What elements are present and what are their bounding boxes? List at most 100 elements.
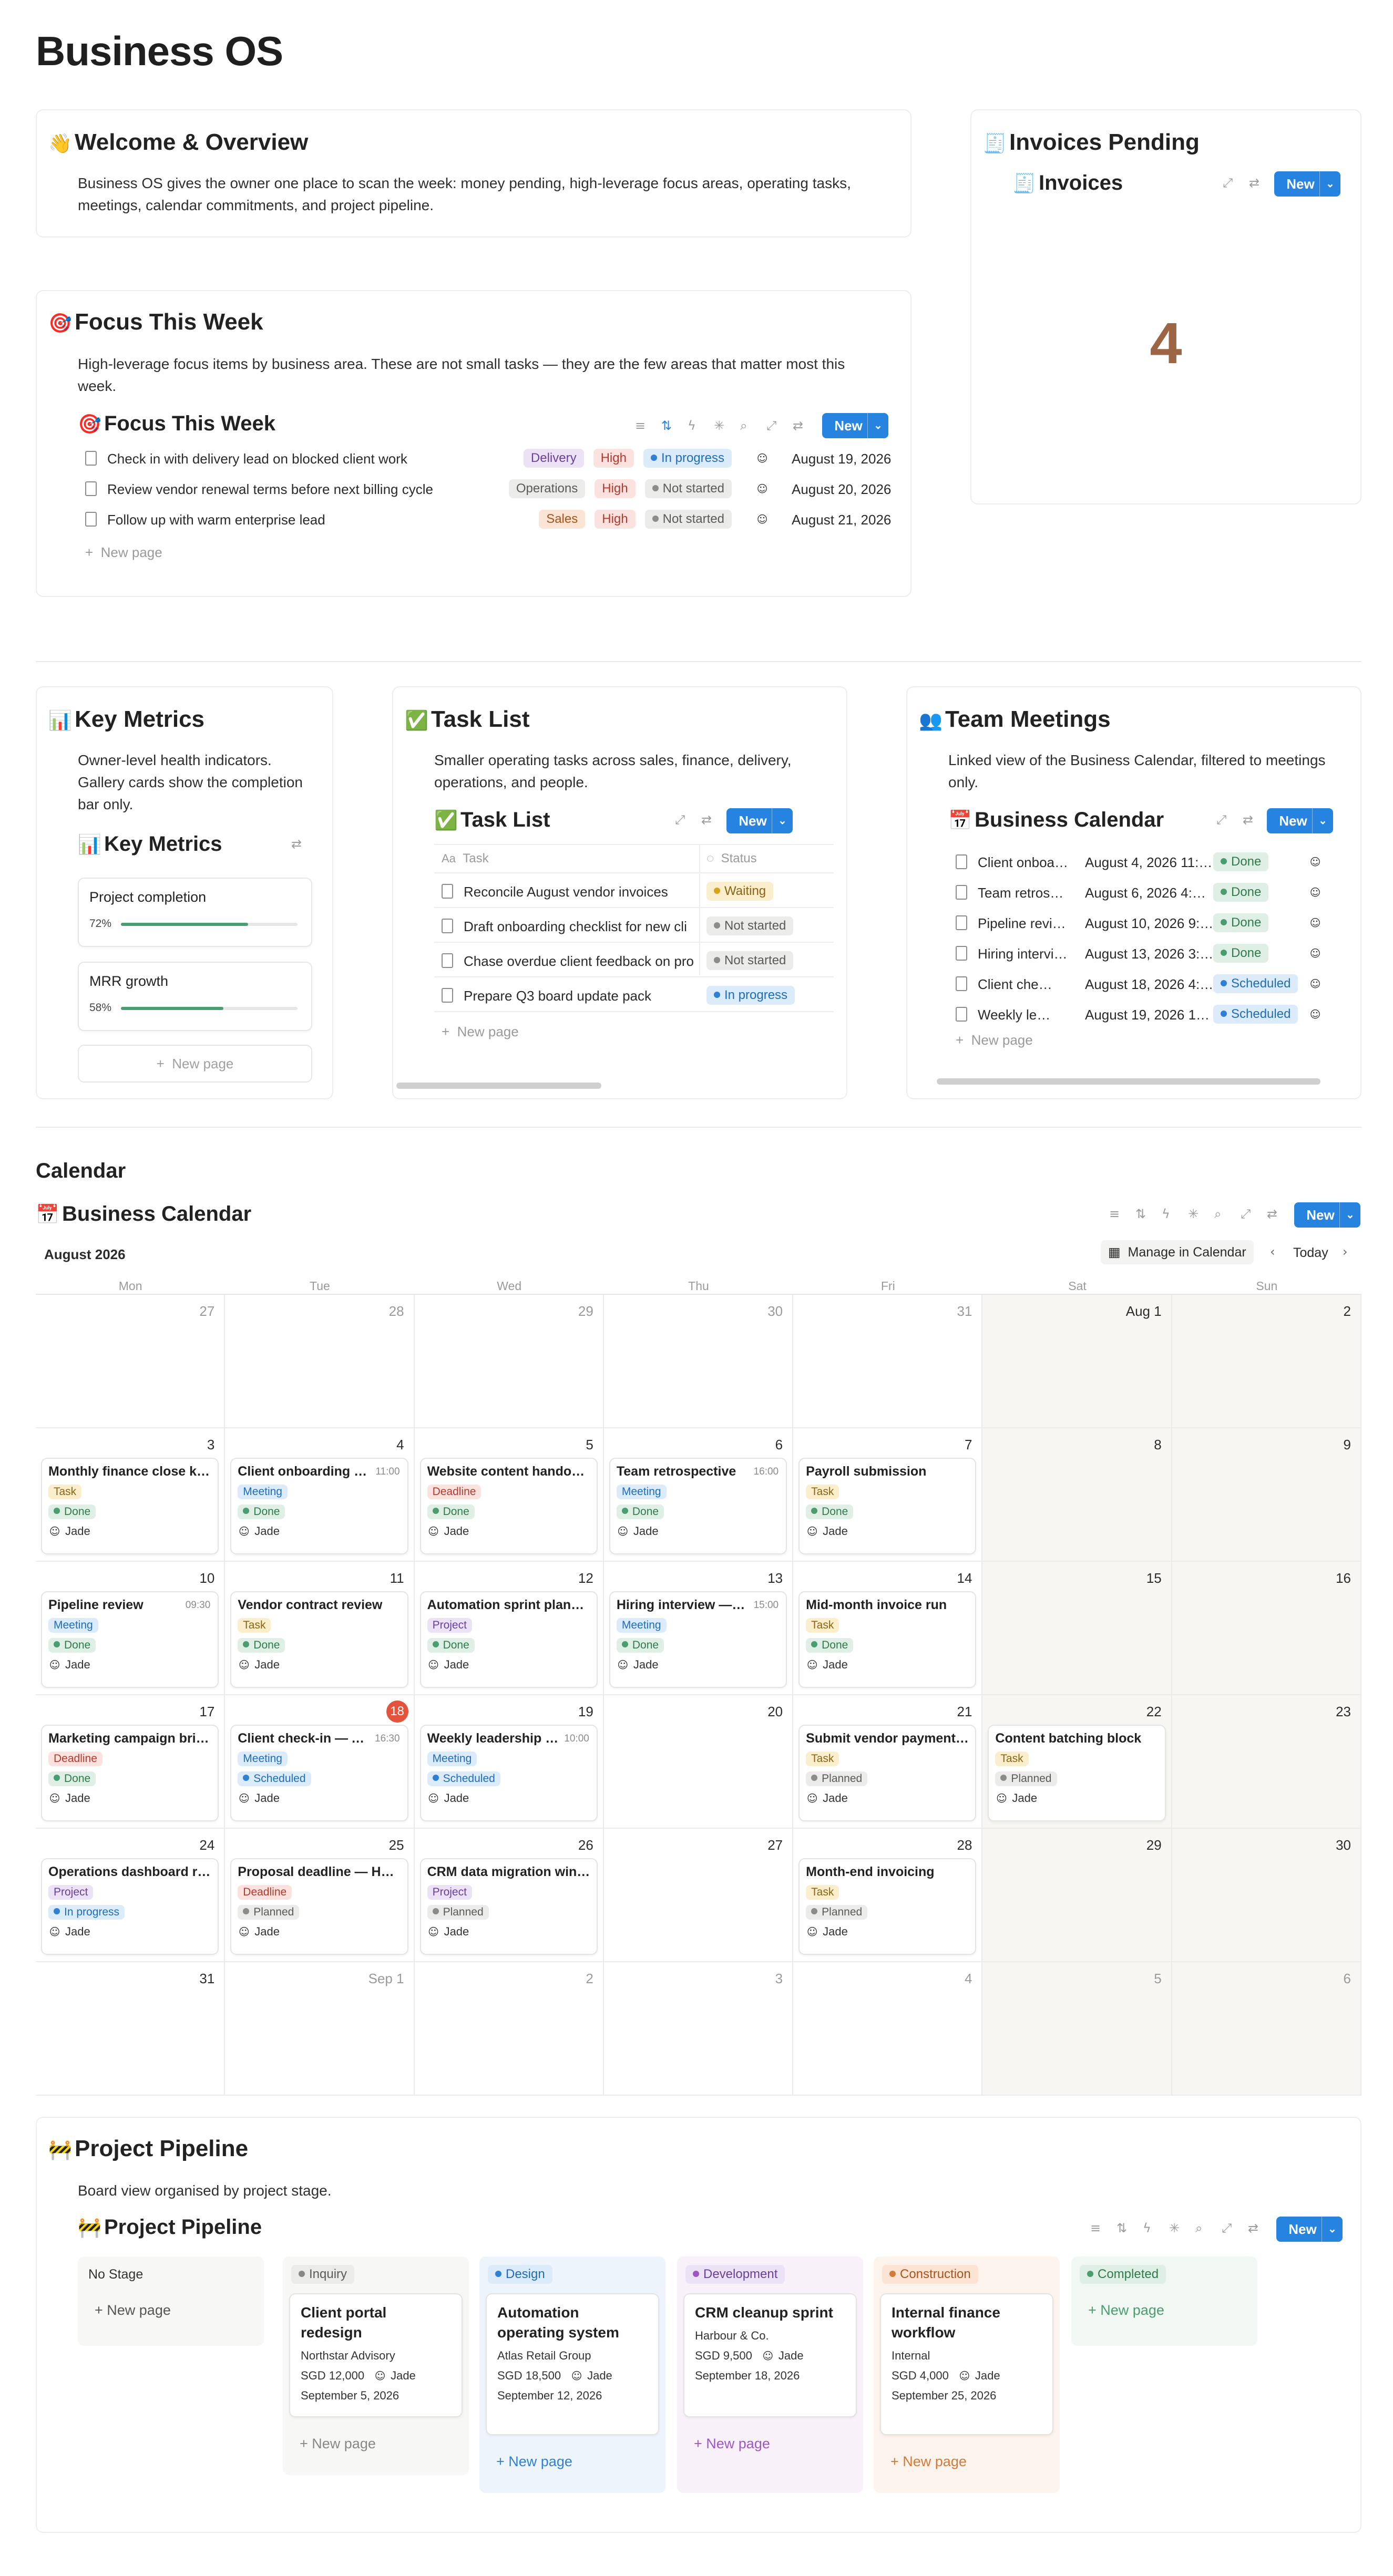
column-new-page[interactable]: + New page: [683, 2427, 857, 2460]
calendar-day[interactable]: 27: [36, 1295, 226, 1428]
invoices-view-heading[interactable]: 🧾 Invoices: [1012, 171, 1123, 195]
meetings-view-heading[interactable]: 📅 Business Calendar: [948, 808, 1164, 832]
calendar-day[interactable]: 19 Weekly leadership … 10:00 Meeting Schedul…: [414, 1695, 604, 1829]
calendar-day[interactable]: 8: [982, 1428, 1172, 1562]
calendar-day[interactable]: Aug 1: [982, 1295, 1172, 1428]
sort-icon[interactable]: ⇅: [1135, 1207, 1146, 1221]
pipeline-new-button[interactable]: New ⌄: [1276, 2217, 1343, 2242]
calendar-event[interactable]: Payroll submission Task Done ☺ Jade: [798, 1458, 977, 1554]
calendar-day[interactable]: 7 Payroll submission Task Done ☺ Jade: [793, 1428, 983, 1562]
chevron-right-icon[interactable]: ›: [1343, 1244, 1348, 1259]
automation-icon[interactable]: ϟ: [688, 418, 696, 433]
column-stage-tag[interactable]: Design: [488, 2265, 552, 2284]
project-title[interactable]: Automation operating system: [497, 2303, 648, 2343]
calendar-day[interactable]: 30: [603, 1295, 794, 1428]
column-new-page[interactable]: + New page: [880, 2445, 1053, 2478]
calendar-day[interactable]: 25 Proposal deadline — Ha… Deadline Planned…: [225, 1829, 415, 1962]
expand-icon[interactable]: ⤢: [675, 812, 685, 827]
chevron-down-icon[interactable]: ⌄: [1312, 808, 1333, 833]
calendar-day[interactable]: 14 Mid-month invoice run Task Done ☺ Jade: [793, 1562, 983, 1695]
today-button[interactable]: Today: [1293, 1245, 1328, 1261]
project-title[interactable]: Internal finance workflow: [892, 2303, 1042, 2343]
focus-row[interactable]: Review vendor renewal terms before next …: [85, 476, 895, 502]
calendar-event[interactable]: Mid-month invoice run Task Done ☺ Jade: [798, 1591, 977, 1688]
tasks-view-heading[interactable]: ✅ Task List: [434, 808, 550, 832]
calendar-day[interactable]: 26 CRM data migration win… Project Planned ☺…: [414, 1829, 604, 1962]
calendar-day[interactable]: 31: [793, 1295, 983, 1428]
calendar-day[interactable]: 22 Content batching block Task Planned ☺ Jade: [982, 1695, 1172, 1829]
invoices-view-title[interactable]: Invoices: [1039, 171, 1123, 194]
metrics-new-page[interactable]: + New page: [78, 1045, 312, 1083]
event-title[interactable]: Content batching block: [995, 1731, 1158, 1746]
manage-in-calendar-button[interactable]: ▦ Manage in Calendar: [1101, 1240, 1254, 1264]
search-icon[interactable]: ⌕: [1214, 1207, 1221, 1221]
calendar-day[interactable]: 5: [982, 1962, 1172, 2096]
focus-view-title[interactable]: Focus This Week: [104, 412, 275, 435]
calendar-day[interactable]: 23: [1172, 1695, 1361, 1829]
calendar-day[interactable]: 17 Marketing campaign bri… Deadline Done ☺ Ja…: [36, 1695, 226, 1829]
column-stage-label[interactable]: No Stage: [88, 2267, 143, 2282]
metric-card[interactable]: MRR growth 58%: [78, 962, 312, 1031]
calendar-day[interactable]: 21 Submit vendor payment… Task Planned ☺ Jade: [793, 1695, 983, 1829]
settings-icon[interactable]: ⇄: [1248, 2221, 1258, 2235]
metrics-view-title[interactable]: Key Metrics: [104, 832, 222, 856]
calendar-event[interactable]: Vendor contract review Task Done ☺ Jade: [230, 1591, 408, 1688]
calendar-event[interactable]: Client onboarding c… 11:00 Meeting Done ☺ Jad…: [230, 1458, 408, 1554]
pipeline-card[interactable]: Internal finance workflow Internal SGD 4,0…: [880, 2293, 1053, 2435]
calendar-day[interactable]: 29: [414, 1295, 604, 1428]
task-row[interactable]: Prepare Q3 board update pack In progress: [434, 978, 834, 1012]
calendar-day[interactable]: 18 Client check-in — A… 16:30 Meeting Schedu…: [225, 1695, 415, 1829]
event-title[interactable]: Vendor contract review: [238, 1598, 401, 1613]
project-title[interactable]: Client portal redesign: [301, 2303, 451, 2343]
calendar-day[interactable]: 6: [1172, 1962, 1361, 2096]
chevron-down-icon[interactable]: ⌄: [1322, 2217, 1343, 2242]
event-title[interactable]: Monthly finance close ki…: [48, 1464, 211, 1479]
calendar-event[interactable]: Submit vendor payment… Task Planned ☺ Jade: [798, 1725, 977, 1821]
calendar-day[interactable]: 11 Vendor contract review Task Done ☺ Jade: [225, 1562, 415, 1695]
meeting-row[interactable]: Hiring intervi… August 13, 2026 3:… Done ☺: [956, 941, 1366, 967]
expand-icon[interactable]: ⤢: [1222, 2221, 1232, 2235]
task-column-header[interactable]: Aa Task: [442, 851, 489, 866]
sparkle-icon[interactable]: ✳: [1188, 1207, 1199, 1221]
calendar-event[interactable]: CRM data migration win… Project Planned ☺ Ja…: [419, 1858, 598, 1955]
expand-icon[interactable]: ⤢: [1216, 812, 1226, 827]
settings-icon[interactable]: ⇄: [291, 837, 302, 851]
calendar-day[interactable]: 4 Client onboarding c… 11:00 Meeting Done ☺ Ja…: [225, 1428, 415, 1562]
calendar-day[interactable]: Sep 1: [225, 1962, 415, 2096]
focus-row-title[interactable]: Follow up with warm enterprise lead: [107, 512, 325, 528]
calendar-day[interactable]: 3 Monthly finance close ki… Task Done ☺ Jade: [36, 1428, 226, 1562]
calendar-event[interactable]: Marketing campaign bri… Deadline Done ☺ Jade: [41, 1725, 219, 1821]
meeting-title[interactable]: Team retros…: [978, 885, 1063, 901]
tasks-new-page[interactable]: + New page: [442, 1024, 519, 1040]
calendar-event[interactable]: Month-end invoicing Task Planned ☺ Jade: [798, 1858, 977, 1955]
event-title[interactable]: Proposal deadline — Ha…: [238, 1864, 401, 1880]
column-new-page[interactable]: + New page: [289, 2427, 463, 2460]
metrics-view-heading[interactable]: 📊 Key Metrics: [78, 832, 222, 856]
calendar-new-button[interactable]: New ⌄: [1294, 1202, 1360, 1228]
calendar-day[interactable]: 4: [793, 1962, 983, 2096]
invoices-new-button[interactable]: New ⌄: [1274, 171, 1340, 197]
chevron-down-icon[interactable]: ⌄: [1339, 1202, 1360, 1228]
automation-icon[interactable]: ϟ: [1162, 1207, 1170, 1221]
automation-icon[interactable]: ϟ: [1143, 2221, 1151, 2235]
task-row[interactable]: Reconcile August vendor invoices Waiting: [434, 874, 834, 908]
calendar-day[interactable]: 5 Website content handov… Deadline Done ☺ Jad…: [414, 1428, 604, 1562]
calendar-day[interactable]: 20: [603, 1695, 794, 1829]
task-title[interactable]: Prepare Q3 board update pack: [464, 988, 697, 1004]
calendar-event[interactable]: Hiring interview — … 15:00 Meeting Done ☺ Jad…: [609, 1591, 787, 1688]
meeting-title[interactable]: Client che…: [978, 976, 1052, 993]
meeting-title[interactable]: Weekly le…: [978, 1007, 1050, 1023]
search-icon[interactable]: ⌕: [740, 418, 747, 433]
project-title[interactable]: CRM cleanup sprint: [695, 2303, 845, 2323]
expand-icon[interactable]: ⤢: [766, 418, 776, 433]
meeting-row[interactable]: Client che… August 18, 2026 4:… Scheduled ☺: [956, 971, 1366, 997]
calendar-day[interactable]: 2: [414, 1962, 604, 2096]
horizontal-scrollbar[interactable]: [937, 1078, 1320, 1085]
column-new-page[interactable]: + New page: [1078, 2293, 1251, 2327]
calendar-event[interactable]: Monthly finance close ki… Task Done ☺ Jade: [41, 1458, 219, 1554]
chevron-down-icon[interactable]: ⌄: [772, 808, 793, 833]
event-title[interactable]: Submit vendor payment…: [806, 1731, 969, 1746]
metric-card[interactable]: Project completion 72%: [78, 878, 312, 947]
horizontal-scrollbar[interactable]: [396, 1083, 601, 1089]
calendar-day[interactable]: 15: [982, 1562, 1172, 1695]
